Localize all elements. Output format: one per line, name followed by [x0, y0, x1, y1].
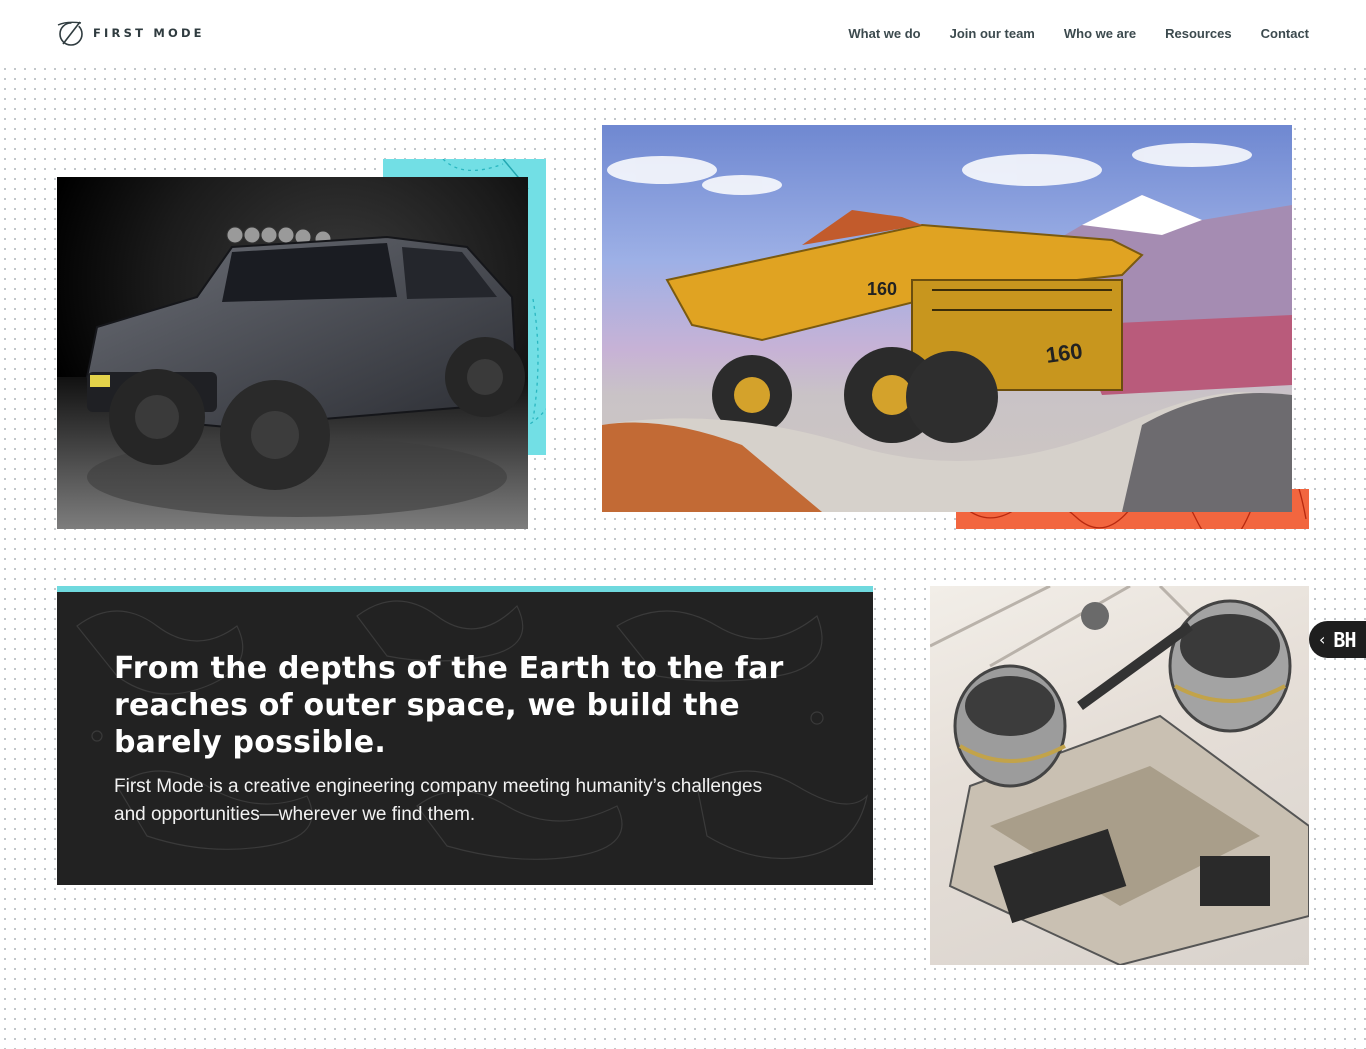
hero-subtext: First Mode is a creative engineering com… [114, 776, 763, 825]
hero-panel: From the depths of the Earth to the far … [57, 586, 873, 885]
vehicle-image [57, 177, 528, 529]
side-tab[interactable]: ‹ BH [1309, 621, 1366, 658]
chevron-left-icon: ‹ [1319, 630, 1326, 649]
side-tab-label: BH [1333, 627, 1356, 652]
nav-join-our-team[interactable]: Join our team [950, 26, 1035, 41]
rover-image [930, 586, 1309, 965]
truck-number-left: 160 [867, 279, 897, 299]
logo-wordmark: FIRST MODE [93, 26, 205, 40]
nav-contact[interactable]: Contact [1261, 26, 1309, 41]
hero-headline: From the depths of the Earth to the far … [114, 651, 784, 760]
nav-who-we-are[interactable]: Who we are [1064, 26, 1136, 41]
main-nav: What we do Join our team Who we are Reso… [819, 26, 1309, 41]
nav-resources[interactable]: Resources [1165, 26, 1231, 41]
hero-accent-bar [57, 586, 873, 592]
nav-what-we-do[interactable]: What we do [848, 26, 920, 41]
first-mode-logo-icon [57, 21, 83, 46]
site-header: FIRST MODE What we do Join our team Who … [0, 0, 1366, 66]
truck-number-right: 160 [1044, 338, 1084, 368]
haul-truck-image: 160 160 [602, 125, 1292, 512]
first-mode-logo[interactable]: FIRST MODE [55, 17, 205, 49]
